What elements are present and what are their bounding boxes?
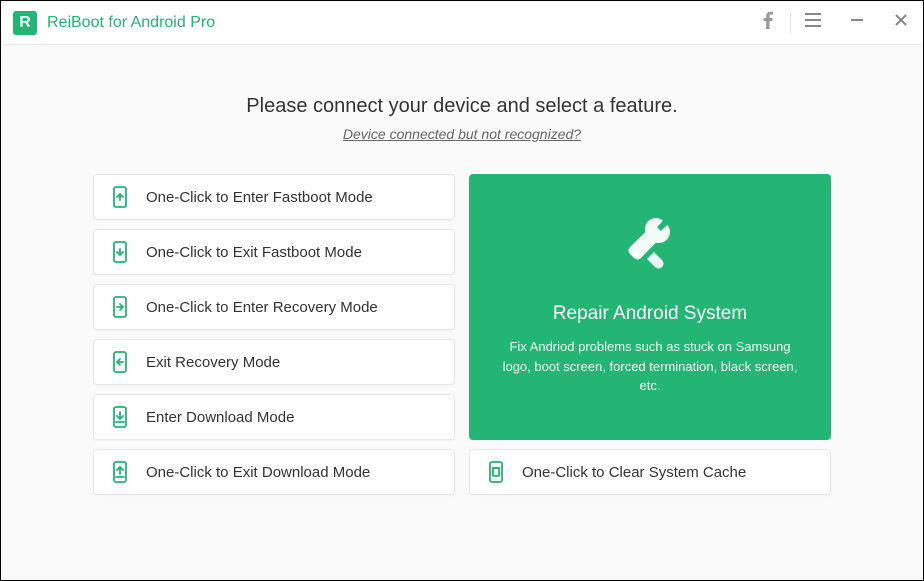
menu-button[interactable] (791, 1, 835, 45)
exit-recovery-button[interactable]: Exit Recovery Mode (93, 339, 455, 385)
phone-up-icon (110, 187, 130, 207)
menu-icon (805, 13, 821, 32)
exit-download-button[interactable]: One-Click to Exit Download Mode (93, 449, 455, 495)
enter-download-button[interactable]: Enter Download Mode (93, 394, 455, 440)
titlebar: R ReiBoot for Android Pro (1, 1, 923, 45)
big-card-title: Repair Android System (553, 303, 747, 325)
option-label: One-Click to Clear System Cache (522, 464, 746, 481)
left-column: One-Click to Enter Fastboot Mode One-Cli… (93, 174, 455, 495)
page-title: Please connect your device and select a … (93, 95, 831, 118)
exit-fastboot-button[interactable]: One-Click to Exit Fastboot Mode (93, 229, 455, 275)
minimize-button[interactable] (835, 1, 879, 45)
close-icon (894, 13, 908, 32)
phone-arrow-out-icon (110, 352, 130, 372)
option-label: One-Click to Enter Fastboot Mode (146, 189, 373, 206)
right-column: Repair Android System Fix Andriod proble… (469, 174, 831, 495)
big-card-desc: Fix Andriod problems such as stuck on Sa… (497, 337, 803, 396)
tools-icon (622, 218, 678, 279)
phone-down-icon (110, 242, 130, 262)
feature-grid: One-Click to Enter Fastboot Mode One-Cli… (93, 174, 831, 495)
heading-area: Please connect your device and select a … (93, 95, 831, 144)
enter-recovery-button[interactable]: One-Click to Enter Recovery Mode (93, 284, 455, 330)
repair-system-card[interactable]: Repair Android System Fix Andriod proble… (469, 174, 831, 440)
minimize-icon (850, 13, 864, 32)
option-label: Exit Recovery Mode (146, 354, 280, 371)
facebook-icon (763, 11, 773, 34)
close-button[interactable] (879, 1, 923, 45)
not-recognized-link[interactable]: Device connected but not recognized? (343, 126, 581, 142)
download-icon (110, 407, 130, 427)
trash-icon (486, 462, 506, 482)
option-label: Enter Download Mode (146, 409, 294, 426)
option-label: One-Click to Exit Fastboot Mode (146, 244, 362, 261)
option-label: One-Click to Enter Recovery Mode (146, 299, 378, 316)
main-content: Please connect your device and select a … (1, 45, 923, 580)
enter-fastboot-button[interactable]: One-Click to Enter Fastboot Mode (93, 174, 455, 220)
upload-icon (110, 462, 130, 482)
titlebar-right (746, 1, 923, 44)
facebook-button[interactable] (746, 1, 790, 45)
titlebar-left: R ReiBoot for Android Pro (13, 11, 215, 35)
phone-arrow-in-icon (110, 297, 130, 317)
clear-cache-button[interactable]: One-Click to Clear System Cache (469, 449, 831, 495)
app-logo: R (13, 11, 37, 35)
app-title: ReiBoot for Android Pro (47, 14, 215, 32)
option-label: One-Click to Exit Download Mode (146, 464, 370, 481)
